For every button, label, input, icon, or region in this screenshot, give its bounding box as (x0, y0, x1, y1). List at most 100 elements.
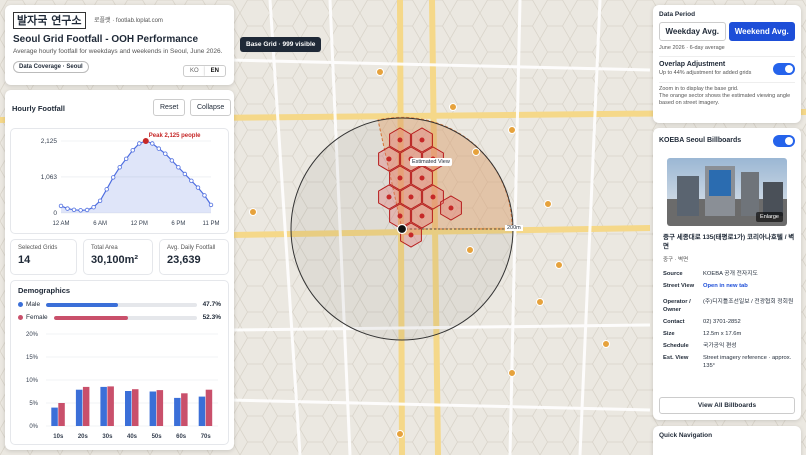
y-tick-label: 0% (29, 424, 38, 430)
data-point[interactable] (110, 175, 116, 180)
poi-marker[interactable] (472, 148, 480, 156)
data-point[interactable] (104, 187, 109, 192)
enlarge-button[interactable]: Enlarge (756, 212, 783, 222)
data-point[interactable] (65, 206, 70, 211)
data-point[interactable] (189, 178, 194, 183)
y-tick-label: 0 (53, 210, 57, 217)
age-bar-male[interactable] (198, 396, 206, 426)
detail-value: 02) 3701-2852 (703, 319, 741, 325)
brand-logo[interactable]: 발자국 연구소 (13, 12, 86, 29)
radius-label: 200m (505, 225, 523, 231)
data-point[interactable] (182, 171, 188, 177)
lang-ko-button[interactable]: KO (184, 66, 205, 76)
age-bar-female[interactable] (156, 390, 164, 426)
data-point[interactable] (163, 151, 168, 156)
overlap-toggle[interactable] (773, 63, 795, 75)
age-bar-male[interactable] (75, 389, 83, 426)
data-period-title: Data Period (659, 11, 696, 18)
data-point[interactable] (71, 207, 77, 212)
y-tick-label: 5% (29, 401, 38, 407)
female-label: Female (26, 314, 48, 321)
age-bar-male[interactable] (100, 386, 107, 426)
collapse-button[interactable]: Collapse (190, 99, 232, 116)
poi-marker[interactable] (544, 200, 552, 208)
age-bar-female[interactable] (82, 386, 90, 426)
poi-marker[interactable] (466, 246, 474, 254)
billboard-detail-row: Street View Open in new tab (663, 282, 795, 290)
data-point[interactable] (91, 204, 96, 210)
male-row: Male 47.7% (18, 300, 221, 309)
lang-en-button[interactable]: EN (204, 66, 225, 76)
female-row: Female 52.3% (18, 313, 221, 322)
data-point[interactable] (117, 165, 122, 170)
avg-footfall-card: Avg. Daily Footfall 23,639 (159, 239, 229, 275)
data-coverage-chip[interactable]: Data Coverage · Seoul (13, 61, 89, 73)
data-point[interactable] (156, 146, 161, 151)
weekday-button[interactable]: Weekday Avg. (659, 22, 726, 41)
billboard-photo[interactable]: Enlarge (667, 158, 787, 226)
poi-marker[interactable] (376, 68, 384, 76)
poi-marker[interactable] (449, 103, 457, 111)
age-bar-male[interactable] (125, 391, 132, 426)
y-tick-label: 20% (26, 332, 39, 338)
page-subtitle: Average hourly footfall for weekdays and… (13, 48, 223, 55)
female-share-bar (53, 315, 129, 320)
billboard-detail-row: Schedule 국가공익 편성 (663, 342, 795, 350)
x-tick-label: 6 AM (93, 221, 107, 227)
grid-center-dot (419, 213, 425, 219)
detail-key: Street View (663, 283, 695, 289)
age-distribution-chart[interactable]: 0% 5% 10% 15% 20% 10s 20s 30s 40s 50s 60s 70s (18, 326, 223, 444)
billboard-panel: KOEBA Seoul Billboards Enlarge 중구 세종대로 1… (653, 128, 801, 420)
brand-url[interactable]: 로플랫 · footlab.loplat.com (94, 18, 163, 24)
street-view-link[interactable]: Open in new tab (703, 282, 795, 290)
age-bar-female[interactable] (107, 386, 114, 426)
poi-marker[interactable] (602, 340, 610, 348)
data-point[interactable] (84, 207, 90, 213)
billboard-detail-row: Est. View Street imagery reference · appr… (663, 354, 795, 370)
age-bar-female[interactable] (132, 389, 139, 426)
data-point[interactable] (97, 198, 103, 203)
data-period-panel: Data Period Weekday Avg. Weekend Avg. Ju… (653, 5, 801, 123)
age-bar-female[interactable] (205, 389, 213, 426)
selected-grids-label: Selected Grids (18, 245, 58, 251)
data-point[interactable] (202, 193, 207, 198)
poi-marker[interactable] (396, 430, 404, 438)
detail-key: Operator / Owner (663, 299, 691, 313)
quick-navigation-title: Quick Navigation (659, 432, 713, 439)
age-bar-male[interactable] (174, 397, 181, 426)
data-point[interactable] (58, 203, 64, 209)
male-share-bar (46, 302, 118, 307)
billboards-toggle[interactable] (773, 135, 795, 147)
header-panel: 발자국 연구소 로플랫 · footlab.loplat.com Seoul G… (5, 5, 234, 85)
age-bar-male[interactable] (51, 407, 58, 426)
poi-marker[interactable] (249, 208, 257, 216)
male-dot (18, 302, 23, 307)
data-point[interactable] (208, 202, 214, 208)
billboard-detail-row: Source KOEBA 공개 전자지도 (663, 270, 795, 278)
x-tick-label: 10s (53, 434, 64, 440)
x-tick-label: 11 PM (203, 221, 220, 227)
reset-button[interactable]: Reset (153, 99, 186, 116)
data-point[interactable] (150, 141, 155, 146)
data-point[interactable] (137, 141, 142, 146)
data-point[interactable] (169, 158, 175, 163)
peak-point[interactable] (142, 137, 149, 144)
weekend-button[interactable]: Weekend Avg. (728, 22, 795, 41)
data-point[interactable] (176, 165, 181, 170)
hourly-footfall-chart[interactable]: 0 1,063 2,125 Peak 2,125 people 12 AM 6 AM 12 … (11, 129, 230, 235)
grid-center-dot (397, 137, 403, 143)
data-point[interactable] (130, 148, 135, 153)
poi-marker[interactable] (508, 369, 516, 377)
data-point[interactable] (78, 208, 83, 213)
data-point[interactable] (123, 156, 129, 161)
poi-marker[interactable] (555, 261, 563, 269)
age-bar-female[interactable] (181, 393, 188, 426)
age-bar-female[interactable] (58, 403, 65, 426)
period-text: June 2026 · 6-day average (659, 45, 725, 51)
poi-marker[interactable] (508, 126, 516, 134)
poi-marker[interactable] (536, 298, 544, 306)
total-area-card: Total Area 30,100m² (83, 239, 153, 275)
age-bar-male[interactable] (149, 391, 157, 427)
data-point[interactable] (195, 185, 201, 190)
view-all-billboards-button[interactable]: View All Billboards (659, 397, 795, 414)
